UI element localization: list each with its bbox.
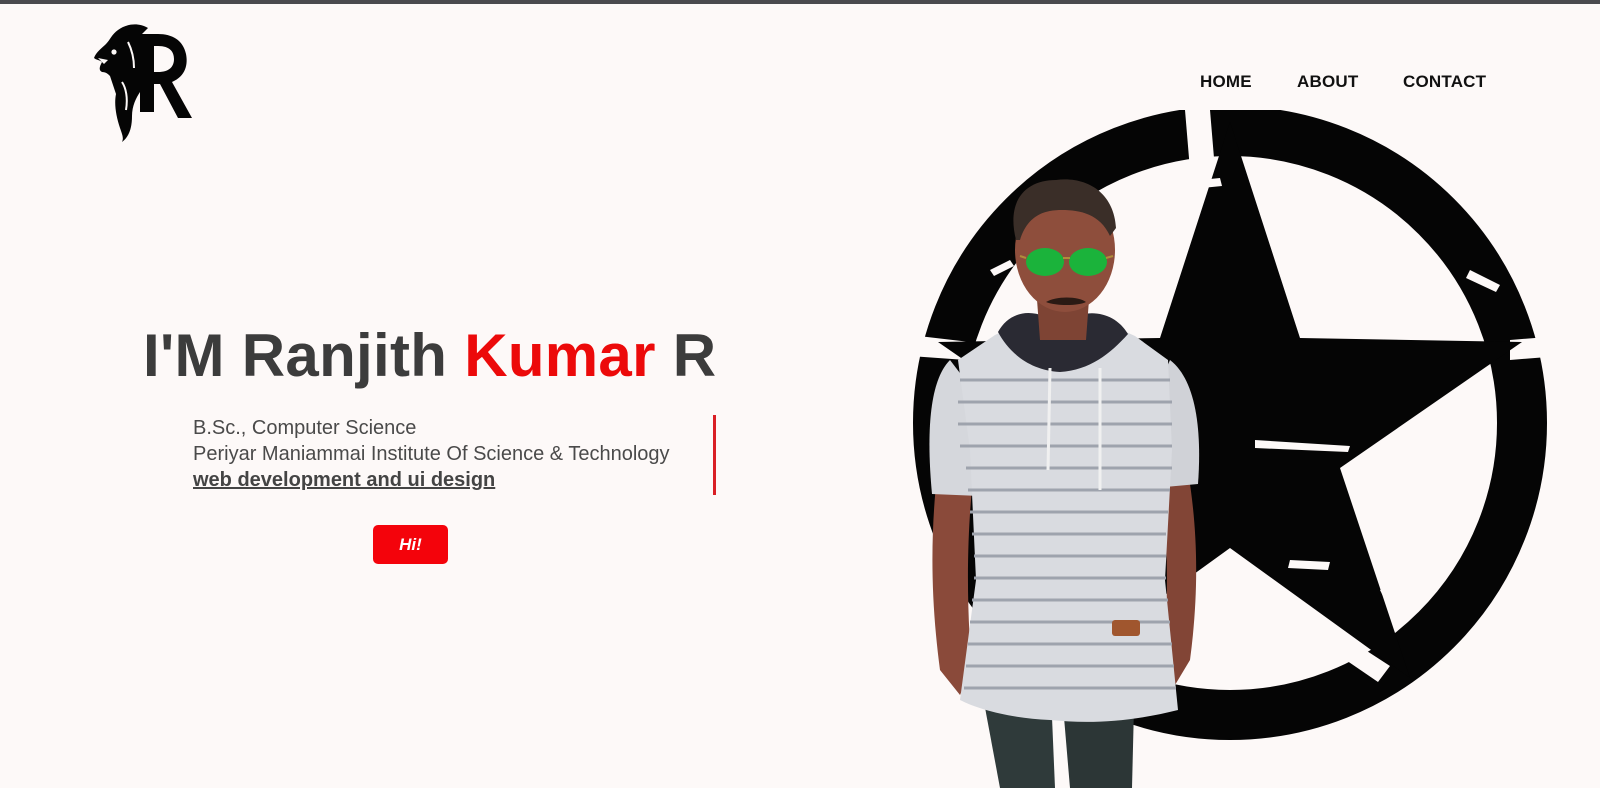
portrait-image: [910, 110, 1560, 788]
hero-title-initial: R: [655, 322, 717, 389]
hi-button[interactable]: Hi!: [373, 525, 448, 564]
top-border: [0, 0, 1600, 4]
lion-r-logo-icon[interactable]: [92, 22, 192, 144]
hero-info: B.Sc., Computer Science Periyar Maniamma…: [193, 415, 713, 493]
hero-title-accent: Kumar: [464, 322, 656, 389]
main-nav: HOME ABOUT CONTACT: [1180, 72, 1500, 96]
skills-link[interactable]: web development and ui design: [193, 467, 713, 493]
degree-text: B.Sc., Computer Science: [193, 417, 417, 439]
nav-contact-link[interactable]: CONTACT: [1403, 72, 1486, 92]
red-vertical-divider: [713, 415, 716, 495]
institute-text: Periyar Maniammai Institute Of Science &…: [193, 443, 670, 465]
nav-about-link[interactable]: ABOUT: [1297, 72, 1358, 92]
nav-home-link[interactable]: HOME: [1200, 72, 1252, 92]
hero-title-name: I'M Ranjith: [143, 322, 465, 389]
hero-title: I'M Ranjith Kumar R: [143, 320, 716, 392]
